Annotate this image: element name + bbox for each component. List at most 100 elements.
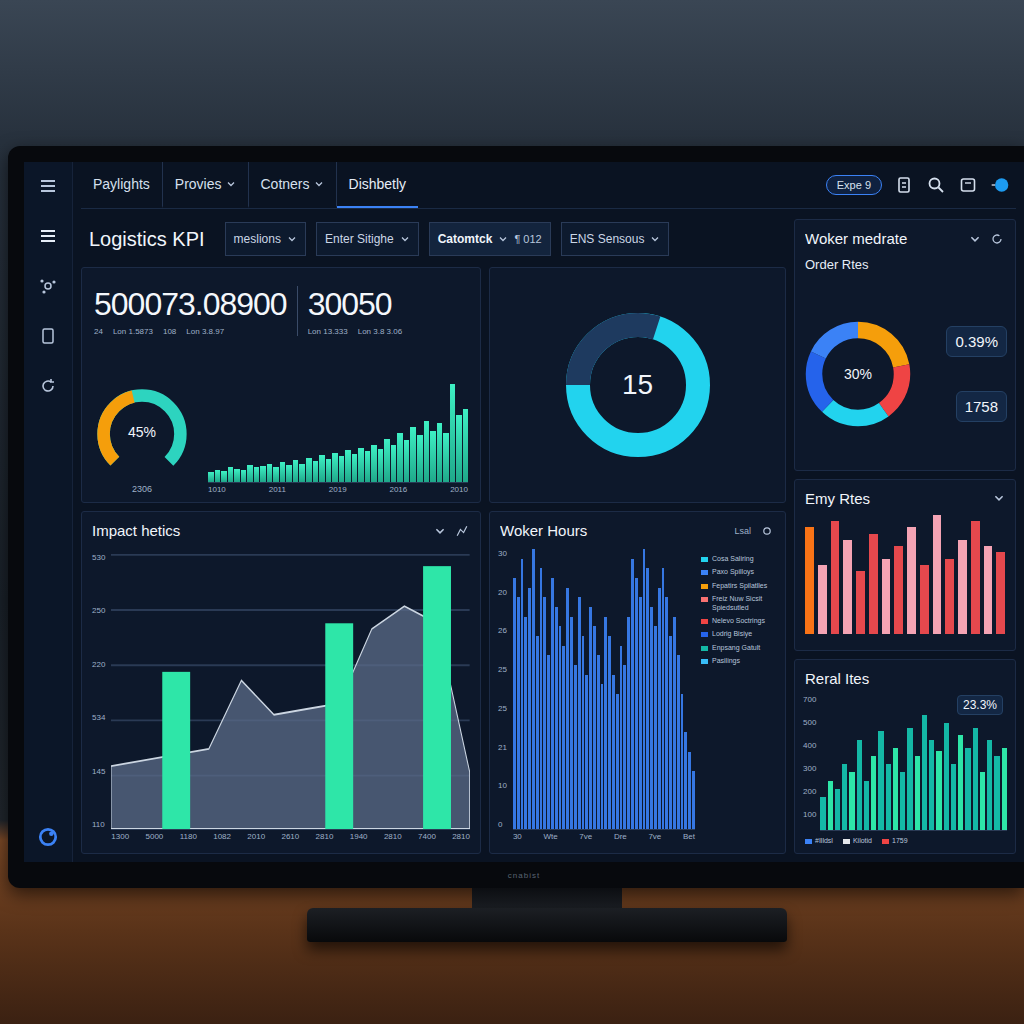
- chart-bar: [404, 440, 410, 482]
- search-icon[interactable]: [926, 175, 946, 195]
- legend-item: Kilotid: [843, 837, 872, 845]
- card-grid: 500073.0890024Lon 1.5873108Lon 3.8.97300…: [81, 267, 786, 854]
- chart-bar: [945, 559, 954, 634]
- chart-bar: [532, 549, 535, 829]
- chart-bar: [234, 469, 240, 482]
- filter-dropdown[interactable]: ENS Sensous: [561, 222, 670, 256]
- chart-bar: [521, 559, 524, 829]
- nav-tab[interactable]: Cotners: [249, 162, 337, 208]
- nav-tab[interactable]: Provies: [163, 162, 249, 208]
- nav-tab[interactable]: Dishbetly: [337, 162, 419, 208]
- chart-bar: [528, 588, 531, 829]
- chart-bar: [842, 764, 847, 829]
- chart-bar: [574, 665, 577, 829]
- content: PaylightsProviesCotnersDishbetly Expe 9 Lo…: [73, 162, 1024, 862]
- chart-bar: [828, 781, 833, 830]
- chevron-down-icon[interactable]: [993, 492, 1005, 504]
- errors-card: Emy Rtes: [794, 479, 1016, 651]
- chart-bar: [677, 655, 680, 829]
- chart-bar: [254, 467, 260, 482]
- chart-bar: [513, 578, 516, 829]
- network-icon[interactable]: [38, 276, 58, 296]
- stat-badge: 1758: [956, 391, 1007, 422]
- gauge-track: [94, 386, 190, 482]
- refresh-icon[interactable]: [38, 376, 58, 396]
- chart-bar: [646, 568, 649, 829]
- chart-bar: [345, 450, 351, 482]
- legend-item: Lodrig Bisiye: [701, 630, 777, 638]
- chart-bar: [692, 771, 695, 829]
- chart-bar: [612, 675, 615, 829]
- kpi-value: 500073.0890024Lon 1.5873108Lon 3.8.97: [94, 286, 287, 336]
- logo-icon[interactable]: [37, 826, 59, 848]
- nav-tab[interactable]: Paylights: [81, 162, 163, 208]
- window-icon[interactable]: [958, 175, 978, 195]
- chart-bar: [643, 549, 646, 829]
- chart-bar: [818, 565, 827, 634]
- chart-bar: [208, 472, 214, 482]
- chart-bar: [936, 751, 941, 830]
- filter-dropdown[interactable]: meslions: [225, 222, 306, 256]
- kpi-value: 30050Lon 13.333Lon 3.8 3.06: [297, 286, 403, 336]
- filter-dropdown[interactable]: Enter Sitighe: [316, 222, 419, 256]
- legend-item: 1759: [882, 837, 908, 845]
- chart-bar: [944, 723, 949, 829]
- chart-bar: [417, 435, 423, 482]
- refresh-icon[interactable]: [989, 231, 1005, 247]
- chart-bar: [319, 455, 325, 482]
- chart-bar: [658, 588, 661, 829]
- chart-bar: [371, 445, 377, 482]
- tablet-icon[interactable]: [38, 326, 58, 346]
- chart-bar: [835, 789, 840, 830]
- badge[interactable]: Expe 9: [826, 175, 882, 195]
- share-icon[interactable]: [454, 523, 470, 539]
- chart-bar: [410, 427, 416, 482]
- chart-bar: [662, 568, 665, 829]
- chart-bar: [559, 626, 562, 829]
- grid-line: [111, 554, 470, 556]
- chart-bar: [893, 748, 898, 830]
- nav-actions: Expe 9: [826, 175, 1016, 195]
- chart-bar: [517, 597, 520, 829]
- chart-bar: [650, 607, 653, 829]
- list-icon[interactable]: [38, 226, 58, 246]
- errors-chart: [795, 511, 1015, 650]
- chart-bar: [378, 449, 384, 482]
- chart-bar: [973, 728, 978, 829]
- chart-bar: [882, 559, 891, 634]
- chart-bar: [684, 732, 687, 829]
- legend-item: Freiz Nuw Sicsit Spiedsutled: [701, 595, 777, 612]
- chevron-down-icon[interactable]: [434, 525, 446, 537]
- chart-bar: [915, 756, 920, 830]
- chart-bar: [886, 764, 891, 829]
- monitor-stand: [0, 888, 1024, 942]
- grid-line: [111, 609, 470, 611]
- chart-bar: [456, 415, 462, 482]
- legend: #IlldslKilotid1759: [795, 833, 1015, 853]
- chart-bar: [547, 655, 550, 829]
- toggle-icon[interactable]: [990, 175, 1010, 195]
- photo-scene: PaylightsProviesCotnersDishbetly Expe 9 Lo…: [0, 0, 1024, 1024]
- chart-bar: [907, 728, 912, 829]
- chart-bar: [601, 684, 604, 829]
- document-icon[interactable]: [894, 175, 914, 195]
- chart-bar: [589, 607, 592, 829]
- chart-bar: [984, 546, 993, 634]
- chart-bar: [578, 597, 581, 829]
- chart-bar: [980, 772, 985, 829]
- chart-bar: [805, 527, 814, 634]
- chevron-down-icon[interactable]: [969, 233, 981, 245]
- trend-chart: 10102011201920162010: [208, 384, 468, 494]
- chart-bar: [604, 617, 607, 829]
- menu-icon[interactable]: [38, 176, 58, 196]
- chevron-down-icon: [226, 179, 236, 189]
- chart-bar: [570, 617, 573, 829]
- chart-bar: [286, 465, 292, 482]
- chart-bar: [352, 454, 358, 482]
- filter-dropdown[interactable]: Catomtck¶ 012: [429, 222, 551, 256]
- chart-bar: [267, 464, 273, 482]
- settings-icon[interactable]: [759, 523, 775, 539]
- chart-bar: [437, 423, 443, 482]
- sidebar: [24, 162, 73, 862]
- chart-bar: [856, 571, 865, 634]
